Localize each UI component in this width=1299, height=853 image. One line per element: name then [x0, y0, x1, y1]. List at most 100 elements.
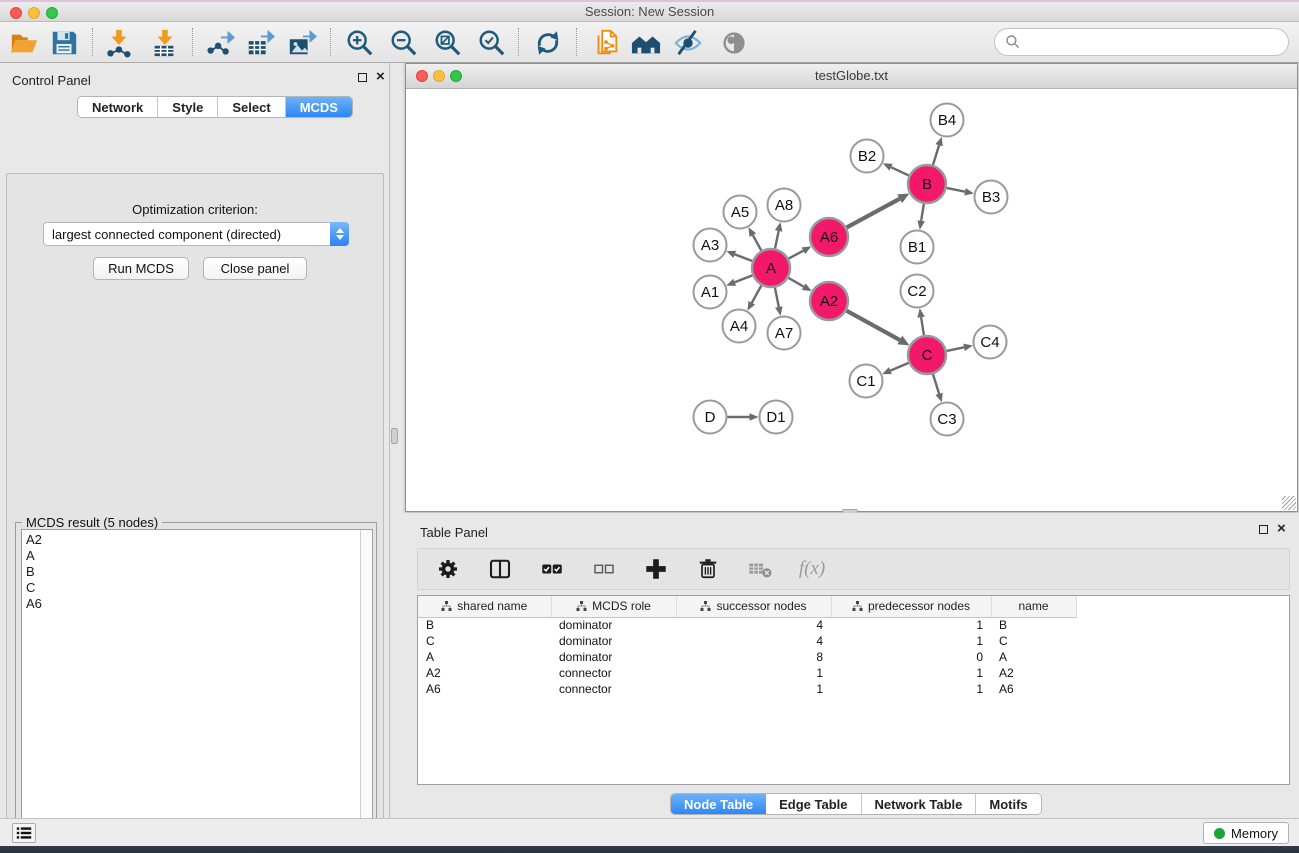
close-table-panel-icon[interactable]: ×: [1277, 524, 1286, 534]
deselect-all-icon[interactable]: [590, 555, 618, 583]
table-row[interactable]: Adominator80A: [418, 649, 1289, 665]
import-network-icon[interactable]: [102, 27, 134, 59]
network-minimize-button[interactable]: [433, 70, 445, 82]
tab-style[interactable]: Style: [158, 97, 218, 117]
graph-edge[interactable]: [947, 188, 965, 192]
close-panel-button[interactable]: Close panel: [203, 257, 307, 280]
refresh-layout-icon[interactable]: [532, 27, 564, 59]
table-row[interactable]: A6connector11A6: [418, 681, 1289, 697]
graph-edge[interactable]: [947, 347, 964, 351]
graph-edge[interactable]: [921, 317, 924, 335]
memory-button[interactable]: Memory: [1203, 822, 1289, 844]
network-window-titlebar[interactable]: testGlobe.txt: [406, 64, 1297, 89]
settings-gear-icon[interactable]: [434, 555, 462, 583]
graph-edge[interactable]: [890, 363, 908, 371]
graph-edge[interactable]: [921, 204, 924, 221]
table-row[interactable]: A2connector11A2: [418, 665, 1289, 681]
mcds-result-item[interactable]: A: [26, 548, 368, 564]
tab-edge-table[interactable]: Edge Table: [766, 794, 861, 814]
mcds-result-item[interactable]: A2: [26, 532, 368, 548]
table-row[interactable]: Cdominator41C: [418, 633, 1289, 649]
graph-edge[interactable]: [735, 275, 753, 282]
mcds-result-item[interactable]: B: [26, 564, 368, 580]
hide-graphics-icon[interactable]: [672, 27, 704, 59]
delete-column-icon[interactable]: [694, 555, 722, 583]
mcds-result-list[interactable]: A2ABCA6: [21, 529, 373, 853]
delete-table-icon: [746, 555, 774, 583]
graph-edge[interactable]: [933, 374, 939, 394]
graph-edge[interactable]: [752, 286, 762, 303]
graph-edge[interactable]: [933, 145, 939, 165]
graph-node-label: A8: [775, 197, 793, 214]
export-table-icon[interactable]: [244, 27, 276, 59]
zoom-selected-icon[interactable]: [476, 27, 508, 59]
graph-node-label: A7: [775, 325, 793, 342]
copy-network-icon[interactable]: [590, 27, 622, 59]
table-cell: dominator: [551, 633, 676, 649]
table-cell: dominator: [551, 617, 676, 633]
graph-edge[interactable]: [847, 199, 900, 228]
network-maximize-button[interactable]: [450, 70, 462, 82]
hierarchy-icon: [576, 601, 587, 612]
run-mcds-button[interactable]: Run MCDS: [93, 257, 189, 280]
tab-motifs[interactable]: Motifs: [976, 794, 1040, 814]
minimize-window-button[interactable]: [28, 7, 40, 19]
column-header-shared-name[interactable]: shared name: [418, 596, 551, 617]
zoom-out-icon[interactable]: [388, 27, 420, 59]
table-cell: connector: [551, 681, 676, 697]
edge-arrowhead-icon: [935, 137, 942, 147]
column-header-name[interactable]: name: [991, 596, 1076, 617]
float-table-panel-icon[interactable]: [1259, 525, 1268, 534]
table-cell: A: [991, 649, 1076, 665]
network-close-button[interactable]: [416, 70, 428, 82]
show-graphics-icon[interactable]: [718, 27, 750, 59]
column-header-mcds-role[interactable]: MCDS role: [551, 596, 676, 617]
export-image-icon[interactable]: [286, 27, 318, 59]
graph-node-label: B: [922, 176, 932, 193]
vertical-splitter-handle[interactable]: [391, 428, 398, 444]
column-header-predecessor-nodes[interactable]: predecessor nodes: [831, 596, 991, 617]
mcds-result-item[interactable]: A6: [26, 596, 368, 612]
tab-mcds[interactable]: MCDS: [286, 97, 352, 117]
network-graph-canvas[interactable]: B4B2BB3A5A8A6B1A3AA1C2A2A4A7CC4C1C3DD1: [406, 89, 1297, 511]
close-window-button[interactable]: [10, 7, 22, 19]
resize-grip-icon[interactable]: [1282, 496, 1296, 510]
graph-edge[interactable]: [847, 311, 900, 340]
task-history-button[interactable]: [12, 823, 36, 843]
zoom-in-icon[interactable]: [344, 27, 376, 59]
table-row[interactable]: Bdominator41B: [418, 617, 1289, 633]
maximize-window-button[interactable]: [46, 7, 58, 19]
search-input[interactable]: [1027, 35, 1278, 50]
import-table-icon[interactable]: [148, 27, 180, 59]
export-network-icon[interactable]: [204, 27, 236, 59]
graph-edge[interactable]: [789, 251, 804, 259]
table-cell: 1: [831, 681, 991, 697]
add-column-icon[interactable]: [642, 555, 670, 583]
save-session-icon[interactable]: [48, 27, 80, 59]
tab-node-table[interactable]: Node Table: [671, 794, 766, 814]
select-all-icon[interactable]: [538, 555, 566, 583]
graph-edge[interactable]: [735, 254, 752, 261]
tab-network-table[interactable]: Network Table: [862, 794, 977, 814]
graph-edge[interactable]: [753, 235, 761, 250]
float-panel-icon[interactable]: [358, 73, 367, 82]
tab-select[interactable]: Select: [218, 97, 285, 117]
mcds-result-item[interactable]: C: [26, 580, 368, 596]
tab-network[interactable]: Network: [78, 97, 158, 117]
zoom-fit-icon[interactable]: [432, 27, 464, 59]
graph-edge[interactable]: [775, 288, 779, 307]
open-session-icon[interactable]: [8, 27, 40, 59]
table-cell: dominator: [551, 649, 676, 665]
split-panel-icon[interactable]: [486, 555, 514, 583]
graph-edge[interactable]: [788, 278, 803, 287]
graph-edge[interactable]: [891, 167, 909, 175]
scrollbar-track[interactable]: [360, 530, 372, 852]
close-panel-icon[interactable]: ×: [376, 72, 385, 82]
optimization-criterion-dropdown[interactable]: largest connected component (directed): [43, 222, 349, 246]
toolbar-separator: [192, 28, 193, 56]
optimization-criterion-label: Optimization criterion:: [7, 202, 383, 217]
column-header-successor-nodes[interactable]: successor nodes: [676, 596, 831, 617]
search-field[interactable]: [994, 28, 1289, 56]
graph-edge[interactable]: [775, 231, 779, 248]
home-layout-icon[interactable]: [630, 27, 662, 59]
